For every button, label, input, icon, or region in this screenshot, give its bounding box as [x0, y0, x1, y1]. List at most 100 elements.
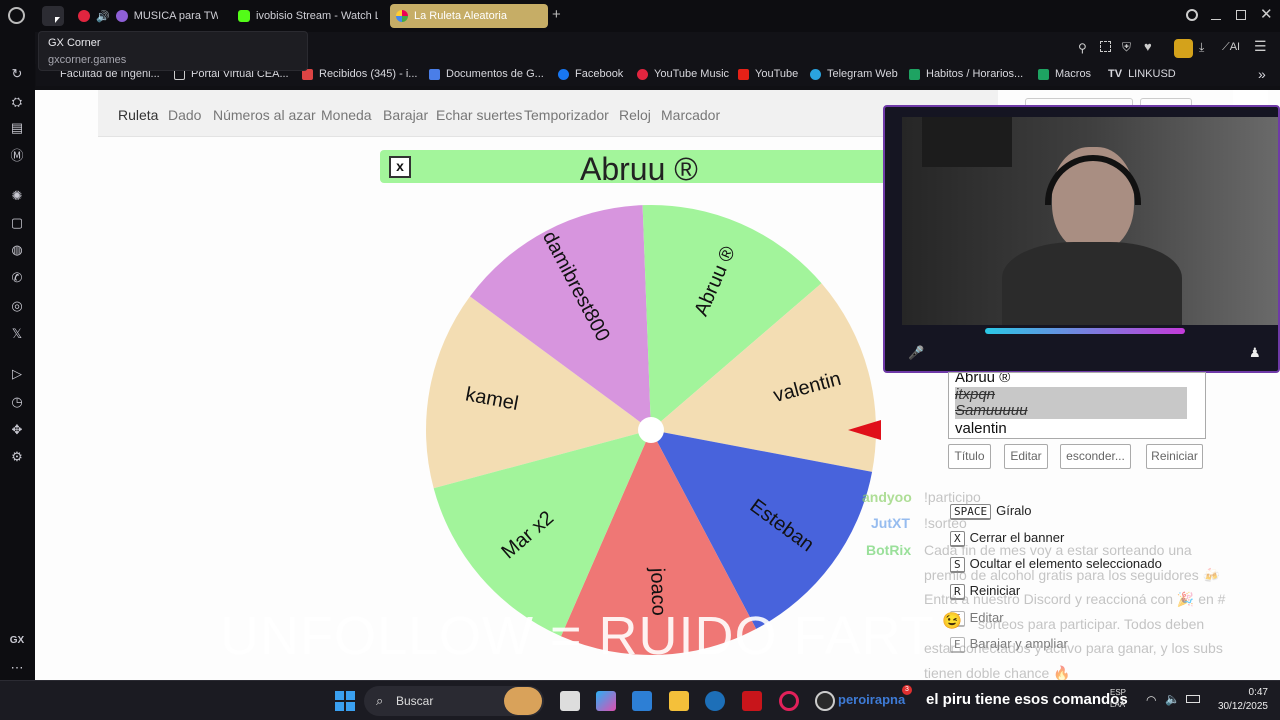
nav-echar-suertes[interactable]: Echar suertes: [436, 107, 522, 123]
bookmark-recibidos[interactable]: Recibidos (345) - i...: [302, 68, 417, 80]
taskbar-search[interactable]: ⌕ Buscar: [364, 686, 544, 716]
menu-icon[interactable]: ☰: [1254, 38, 1267, 55]
chat-ticker-2: el piru tiene esos comandos: [926, 691, 1128, 708]
steam-icon[interactable]: [815, 691, 835, 711]
bookmark-telegram[interactable]: Telegram Web: [810, 68, 898, 80]
acrobat-icon[interactable]: [742, 691, 762, 711]
more-icon[interactable]: ⋯: [9, 660, 25, 676]
photos-icon[interactable]: [632, 691, 652, 711]
nav-ruleta[interactable]: Ruleta: [118, 107, 158, 123]
chat-message-line: premio de alcohol gratis para los seguid…: [924, 567, 1221, 583]
wheel-hub[interactable]: [638, 417, 664, 443]
hide-button[interactable]: esconder...: [1060, 444, 1131, 469]
avatar[interactable]: [1174, 39, 1193, 58]
tab-label: ivobisio Stream - Watch L: [256, 10, 378, 22]
music-icon[interactable]: Ⓜ: [9, 148, 25, 164]
gx-corner-icon[interactable]: [42, 6, 64, 26]
more-bookmarks-icon[interactable]: »: [1258, 66, 1266, 82]
history-icon[interactable]: ↻: [9, 66, 25, 82]
kick-icon: [238, 10, 250, 22]
entry-item[interactable]: Abruu ®: [955, 373, 1205, 387]
copilot-icon[interactable]: [596, 691, 616, 711]
x-icon[interactable]: 𝕏: [9, 326, 25, 342]
shield-icon[interactable]: ⛨: [1122, 40, 1131, 55]
whatsapp-icon[interactable]: ✆: [9, 270, 25, 286]
settings-icon[interactable]: ⚙: [9, 449, 25, 465]
webcam-accent-bar: [985, 328, 1185, 334]
banner-close-button[interactable]: x: [389, 156, 411, 178]
nav-barajar[interactable]: Barajar: [383, 107, 428, 123]
ai-button[interactable]: ⟋AI: [1222, 41, 1240, 54]
minimize-button[interactable]: [1211, 19, 1221, 20]
reset-button[interactable]: Reiniciar: [1146, 444, 1203, 469]
volume-icon[interactable]: 🔈: [1165, 692, 1180, 706]
twitch-icon[interactable]: ▢: [9, 215, 25, 231]
docs-icon: [429, 68, 440, 80]
nav-numeros[interactable]: Números al azar: [213, 107, 316, 123]
tab-label: La Ruleta Aleatoria: [414, 10, 507, 22]
bookmark-documentos[interactable]: Documentos de G...: [429, 68, 544, 80]
webcam-headphones: [1045, 155, 1141, 205]
gx-control-icon[interactable]: ⛭: [9, 94, 25, 110]
clock[interactable]: 0:47 30/12/2025: [1208, 686, 1268, 714]
volume-icon[interactable]: 🔊: [96, 10, 110, 23]
bookmark-youtube[interactable]: YouTube: [738, 68, 798, 80]
news-icon[interactable]: ▤: [9, 120, 25, 136]
app-icon[interactable]: [705, 691, 725, 711]
pin-icon[interactable]: ⚲: [1078, 41, 1087, 55]
extensions-icon[interactable]: ✥: [9, 422, 25, 438]
opera-gx-icon[interactable]: [779, 691, 799, 711]
telegram-icon: [810, 68, 821, 80]
tab-kick-stream[interactable]: ivobisio Stream - Watch L: [232, 4, 378, 28]
bookmark-label: YouTube Music: [654, 68, 730, 80]
winner-banner: x Abruu ®: [380, 150, 940, 187]
tooltip-url: gxcorner.games: [48, 54, 127, 66]
edit-button[interactable]: Editar: [1004, 444, 1048, 469]
entry-item[interactable]: valentin: [955, 421, 1205, 437]
sheets-icon: [909, 68, 920, 80]
messenger-icon[interactable]: ◍: [9, 242, 25, 258]
tab-musica[interactable]: 🔊 MUSICA para TWIT: [72, 4, 218, 28]
bookmark-macros[interactable]: Macros: [1038, 68, 1091, 80]
gx-label[interactable]: GX: [9, 633, 25, 649]
wifi-icon[interactable]: ◠: [1146, 693, 1156, 707]
youtube-music-icon: [78, 10, 90, 22]
chatgpt-icon[interactable]: ✺: [9, 188, 25, 204]
site-nav: Ruleta Dado Números al azar Moneda Baraj…: [98, 90, 998, 137]
file-explorer-icon[interactable]: [669, 691, 689, 711]
player-icon[interactable]: ▷: [9, 366, 25, 382]
new-tab-button[interactable]: +: [552, 7, 561, 23]
tab-ruleta[interactable]: La Ruleta Aleatoria: [390, 4, 548, 28]
clock-icon[interactable]: ◷: [9, 394, 25, 410]
nav-temporizador[interactable]: Temporizador: [524, 107, 609, 123]
heart-icon[interactable]: ♥: [1144, 39, 1152, 54]
shortcut-label: Gíralo: [996, 503, 1032, 518]
entry-item[interactable]: itxpqn: [955, 387, 1187, 403]
bookmark-facebook[interactable]: Facebook: [558, 68, 623, 80]
chat-message: !participo: [924, 489, 981, 505]
snapshot-icon[interactable]: [1100, 41, 1111, 52]
nav-moneda[interactable]: Moneda: [321, 107, 372, 123]
title-button[interactable]: Título: [948, 444, 991, 469]
language-indicator[interactable]: ESP LAA: [1110, 687, 1126, 711]
opera-logo-icon[interactable]: [8, 7, 25, 24]
tab-bar: 🔊 MUSICA para TWIT ivobisio Stream - Wat…: [0, 0, 1280, 32]
close-window-button[interactable]: ✕: [1260, 5, 1273, 23]
instagram-icon[interactable]: ◎: [9, 298, 25, 314]
nav-reloj[interactable]: Reloj: [619, 107, 651, 123]
maximize-button[interactable]: [1236, 10, 1246, 20]
windows-start-icon[interactable]: [335, 691, 355, 711]
battery-icon[interactable]: [1186, 695, 1200, 703]
download-icon[interactable]: ⤓: [1199, 40, 1204, 55]
entries-list[interactable]: Abruu ® itxpqn Samuuuuu valentin: [948, 372, 1206, 439]
bookmark-linkusd[interactable]: TV LINKUSD: [1108, 68, 1176, 80]
taskbar: ⌕ Buscar peroirapna 3 el piru tiene esos…: [0, 680, 1280, 720]
wheel[interactable]: kameldamibrest800 Abruu ®valentinEstebanj…: [425, 200, 895, 670]
bookmark-youtube-music[interactable]: YouTube Music: [637, 68, 729, 80]
nav-marcador[interactable]: Marcador: [661, 107, 720, 123]
search-tabs-icon[interactable]: [1186, 9, 1198, 21]
task-view-icon[interactable]: [560, 691, 580, 711]
entry-item[interactable]: Samuuuuu: [955, 403, 1187, 419]
nav-dado[interactable]: Dado: [168, 107, 201, 123]
bookmark-habitos[interactable]: Habitos / Horarios...: [909, 68, 1023, 80]
